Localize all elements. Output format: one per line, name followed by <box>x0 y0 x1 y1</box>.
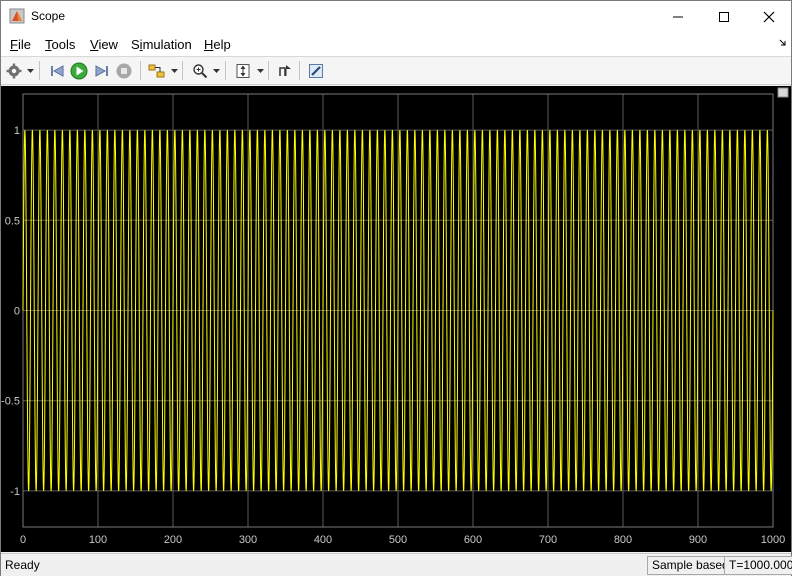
stop-button[interactable] <box>113 60 135 82</box>
maximize-icon <box>719 11 729 22</box>
x-tick-label: 0 <box>20 534 26 546</box>
highlight-model-button[interactable] <box>146 60 168 82</box>
zoom-button[interactable] <box>189 60 211 82</box>
x-tick-label: 600 <box>464 534 482 546</box>
scale-axes-button[interactable] <box>232 60 254 82</box>
settings-dropdown[interactable] <box>25 60 35 82</box>
chevron-down-icon <box>26 69 34 73</box>
stop-icon <box>116 63 132 79</box>
menu-tools[interactable]: Tools <box>45 37 75 52</box>
settings-button[interactable] <box>3 60 25 82</box>
scope-display[interactable]: 0 100 200 300 400 500 600 700 800 900 1000 1 0.5 0 -0.… <box>1 86 791 552</box>
scope-app-icon <box>9 8 25 24</box>
undock-axes-icon[interactable] <box>777 87 789 98</box>
x-tick-label: 100 <box>89 534 107 546</box>
toolbar-separator <box>39 61 40 80</box>
close-icon <box>763 11 775 22</box>
toolbar <box>1 57 791 85</box>
step-forward-icon <box>95 65 108 77</box>
x-tick-label: 900 <box>689 534 707 546</box>
chevron-down-icon <box>212 69 220 73</box>
y-tick-label: -0.5 <box>1 396 20 408</box>
status-sample-mode: Sample based <box>647 556 734 575</box>
menu-bar: File Tools View Simulation Help <box>1 32 791 57</box>
x-tick-label: 1000 <box>761 534 785 546</box>
triggers-button[interactable] <box>274 60 296 82</box>
step-back-icon <box>51 65 64 77</box>
window-title: Scope <box>31 9 66 23</box>
y-tick-label: 1 <box>14 125 20 137</box>
minimize-button[interactable] <box>655 1 701 32</box>
step-forward-button[interactable] <box>91 60 113 82</box>
menu-help[interactable]: Help <box>204 37 231 52</box>
close-button[interactable] <box>746 1 792 32</box>
scope-plot[interactable]: 0 100 200 300 400 500 600 700 800 900 1000 1 0.5 0 -0.… <box>1 86 791 552</box>
step-back-button[interactable] <box>46 60 68 82</box>
x-tick-label: 800 <box>614 534 632 546</box>
toolbar-separator <box>299 61 300 80</box>
maximize-button[interactable] <box>701 1 747 32</box>
model-blocks-icon <box>148 64 165 78</box>
gear-icon <box>6 63 22 79</box>
play-icon <box>70 62 88 80</box>
y-tick-label: 0 <box>14 306 20 318</box>
scope-window: Scope File Tools View Simulation Help 0 … <box>0 0 792 576</box>
toolbar-separator <box>182 61 183 80</box>
title-bar: Scope <box>1 1 791 32</box>
toolbar-separator <box>268 61 269 80</box>
edit-button[interactable] <box>305 60 327 82</box>
zoom-in-icon <box>193 64 208 79</box>
menu-file[interactable]: File <box>10 37 31 52</box>
toolbar-separator <box>140 61 141 80</box>
menu-view[interactable]: View <box>90 37 118 52</box>
highlight-dropdown[interactable] <box>169 60 179 82</box>
status-ready: Ready <box>5 558 40 572</box>
toolbar-separator <box>225 61 226 80</box>
status-time: T=1000.000 <box>724 556 792 575</box>
x-tick-label: 700 <box>539 534 557 546</box>
status-bar: Ready Sample based T=1000.000 <box>1 553 792 576</box>
chevron-down-icon <box>256 69 264 73</box>
chevron-down-icon <box>170 69 178 73</box>
scale-dropdown[interactable] <box>255 60 265 82</box>
x-tick-label: 400 <box>314 534 332 546</box>
pencil-icon <box>309 64 323 78</box>
minimize-icon <box>673 16 683 17</box>
run-button[interactable] <box>68 60 90 82</box>
menu-simulation[interactable]: Simulation <box>131 37 192 52</box>
trigger-icon <box>279 65 291 76</box>
undock-arrow-icon[interactable] <box>779 39 787 47</box>
x-tick-label: 200 <box>164 534 182 546</box>
y-tick-label: 0.5 <box>5 215 20 227</box>
x-tick-label: 300 <box>239 534 257 546</box>
zoom-dropdown[interactable] <box>211 60 221 82</box>
y-tick-label: -1 <box>10 486 20 498</box>
scale-axes-icon <box>236 64 250 78</box>
x-tick-label: 500 <box>389 534 407 546</box>
